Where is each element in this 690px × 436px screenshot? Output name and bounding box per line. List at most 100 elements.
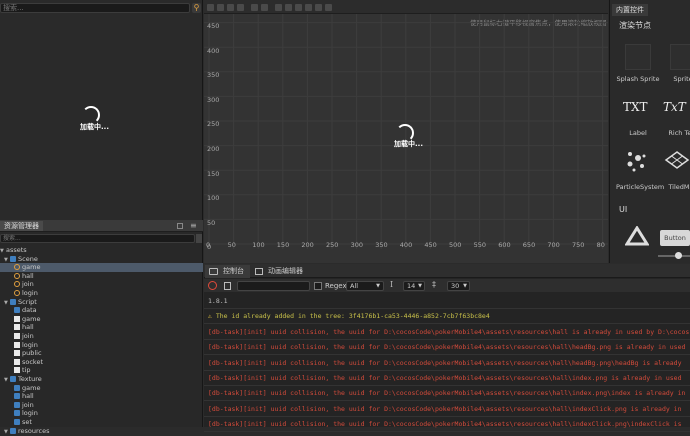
tree-item[interactable]: join	[0, 401, 203, 410]
rect-tool-icon[interactable]	[237, 4, 244, 11]
log-error[interactable]: [db-task][init] uuid collision, the uuid…	[208, 405, 690, 413]
hierarchy-link-icon[interactable]: ⚲	[192, 3, 201, 13]
tree-item[interactable]: game	[0, 384, 203, 393]
library-item-rich-text[interactable]: Rich Text	[661, 129, 690, 137]
tiledmap-icon[interactable]	[664, 150, 690, 174]
tree-item[interactable]: hall	[0, 323, 203, 332]
script-file-icon	[14, 350, 20, 357]
tree-item-label: tip	[22, 366, 31, 375]
tree-item-label: game	[22, 314, 41, 323]
line-height-select[interactable]: 30 ▼	[447, 281, 470, 291]
log-error[interactable]: [db-task][init] uuid collision, the uuid…	[208, 328, 690, 336]
tab-console-label: 控制台	[223, 267, 244, 275]
tree-item[interactable]: set	[0, 418, 203, 427]
tree-item[interactable]: login	[0, 289, 203, 298]
scene-file-icon	[14, 272, 20, 279]
assets-panel-title[interactable]: 资源管理器	[0, 221, 43, 231]
align-vcenter-icon[interactable]	[285, 4, 292, 11]
tree-item[interactable]: game	[0, 263, 203, 272]
log-text: [db-task][init] uuid collision, the uuid…	[208, 327, 690, 336]
x-tick-label: 350	[375, 241, 388, 249]
tree-item[interactable]: public	[0, 349, 203, 358]
tree-item[interactable]: ▼ assets	[0, 246, 203, 255]
tree-item-label: join	[22, 332, 34, 340]
tree-item-label: join	[22, 280, 34, 289]
clear-console-icon[interactable]	[208, 281, 217, 290]
library-item-sprite[interactable]: Sprite	[661, 75, 690, 83]
library-item-label[interactable]: Label	[616, 129, 660, 137]
log-info[interactable]: 1.8.1	[208, 297, 690, 305]
align-hcenter-icon[interactable]	[315, 4, 322, 11]
particle-icon[interactable]	[624, 150, 650, 174]
local-toggle-icon[interactable]	[261, 4, 268, 11]
hierarchy-search-input[interactable]: 搜索...	[0, 3, 190, 13]
align-left-icon[interactable]	[305, 4, 312, 11]
font-size-select[interactable]: 14 ▼	[403, 281, 425, 291]
log-level-select[interactable]: All ▼	[346, 281, 384, 291]
library-item-tiledmap[interactable]: TiledMap	[661, 183, 690, 191]
x-tick-label: 0	[206, 241, 211, 249]
tree-item[interactable]: ▼ Scene	[0, 255, 203, 264]
tree-item[interactable]: socket	[0, 358, 203, 367]
tree-item[interactable]: join	[0, 280, 203, 289]
log-warning[interactable]: ⚠ The id already added in the tree: 3f41…	[208, 312, 690, 320]
assets-sort-icon[interactable]	[177, 223, 183, 229]
log-separator	[204, 323, 690, 325]
log-error[interactable]: [db-task][init] uuid collision, the uuid…	[208, 374, 690, 382]
log-error[interactable]: [db-task][init] uuid collision, the uuid…	[208, 389, 690, 397]
splash-sprite-icon[interactable]	[625, 44, 651, 70]
log-separator	[204, 415, 690, 417]
library-zoom-slider-handle[interactable]	[675, 252, 682, 259]
scale-tool-icon[interactable]	[227, 4, 234, 11]
tree-item-label: game	[22, 383, 41, 392]
tree-item[interactable]: hall	[0, 392, 203, 401]
library-zoom-slider[interactable]	[658, 255, 690, 257]
regex-checkbox[interactable]	[314, 282, 322, 290]
assets-search-input[interactable]: 搜索...	[0, 234, 195, 243]
library-item-particle-system[interactable]: ParticleSystem	[616, 183, 664, 191]
richtext-icon[interactable]: TxT	[663, 100, 686, 114]
align-top-icon[interactable]	[275, 4, 282, 11]
tree-item[interactable]: login	[0, 341, 203, 350]
log-text: [db-task][init] uuid collision, the uuid…	[208, 374, 682, 382]
library-section-ui: UI	[619, 205, 628, 214]
log-error[interactable]: [db-task][init] uuid collision, the uuid…	[208, 359, 690, 367]
console-icon	[209, 268, 218, 275]
tree-item[interactable]: join	[0, 332, 203, 341]
library-item-splash-sprite[interactable]: Splash Sprite	[616, 75, 660, 83]
tree-item[interactable]: ▼ Script	[0, 298, 203, 307]
layout-triangle-icon[interactable]	[625, 226, 649, 246]
open-log-file-icon[interactable]	[224, 282, 231, 290]
tree-item[interactable]: login	[0, 409, 203, 418]
label-icon[interactable]: TXT	[623, 100, 648, 114]
assets-menu-icon[interactable]: ≡	[190, 221, 197, 230]
tree-item[interactable]: game	[0, 315, 203, 324]
tree-item[interactable]: ▼ Texture	[0, 375, 203, 384]
align-bottom-icon[interactable]	[295, 4, 302, 11]
hierarchy-loading-label: 加载中...	[80, 123, 109, 131]
tab-console[interactable]: 控制台	[205, 265, 250, 278]
tab-animation-editor[interactable]: 动画编辑器	[250, 265, 309, 278]
pivot-toggle-icon[interactable]	[251, 4, 258, 11]
tree-item[interactable]: tip	[0, 366, 203, 375]
node-library-tab[interactable]: 内置控件	[612, 4, 648, 16]
log-separator	[204, 369, 690, 371]
log-separator	[204, 338, 690, 340]
rotate-tool-icon[interactable]	[217, 4, 224, 11]
tree-item[interactable]: hall	[0, 272, 203, 281]
tree-item[interactable]: ▼ resources	[0, 427, 203, 436]
log-error[interactable]: [db-task][init] uuid collision, the uuid…	[208, 343, 690, 351]
align-right-icon[interactable]	[325, 4, 332, 11]
console-filter-input[interactable]	[237, 281, 310, 291]
button-icon[interactable]: Button	[660, 230, 690, 246]
warning-icon: ⚠	[208, 312, 216, 321]
assets-search-scope-icon[interactable]	[196, 234, 202, 243]
hierarchy-panel	[0, 0, 203, 220]
move-tool-icon[interactable]	[207, 4, 214, 11]
sprite-icon[interactable]	[670, 44, 690, 70]
tree-item[interactable]: data	[0, 306, 203, 315]
x-tick-label: 450	[424, 241, 437, 249]
log-separator	[204, 385, 690, 386]
log-separator	[204, 400, 690, 402]
folder-icon	[10, 298, 16, 305]
